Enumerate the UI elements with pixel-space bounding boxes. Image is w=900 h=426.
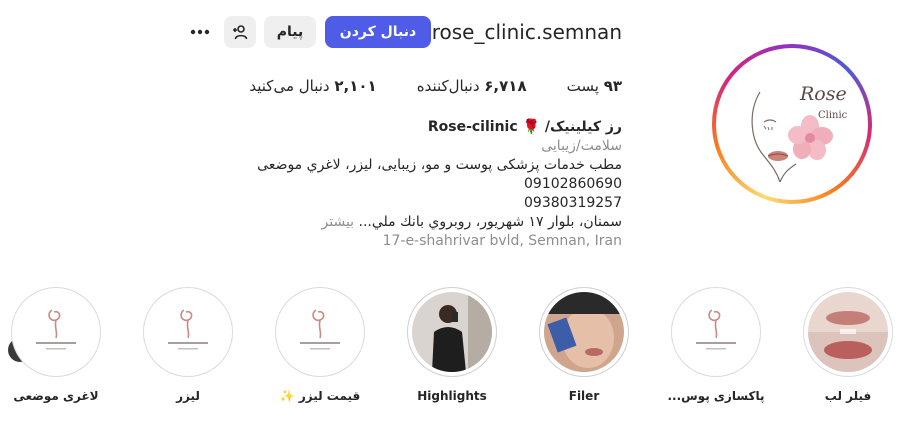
rose-logo-cover — [148, 292, 228, 372]
highlight-cover-image — [544, 292, 624, 372]
more-options-icon[interactable] — [188, 17, 212, 47]
bio-line: مطب خدمات پزشکی پوست و مو، زیبایی، لیزر،… — [257, 157, 622, 173]
highlight-item[interactable]: Filer — [534, 287, 634, 403]
bio-address: سمنان، بلوار ۱۷ شهریور، روبروي بانك ملي.… — [222, 213, 623, 232]
highlight-item[interactable]: قیمت لیزر ✨ — [270, 287, 370, 403]
profile-category: سلامت/زیبایی — [541, 138, 622, 154]
avatar-brand-text: Rose — [799, 83, 847, 105]
following-count: ۲,۱۰۱ — [334, 77, 377, 95]
rose-logo-cover — [676, 292, 756, 372]
message-button[interactable]: پیام — [264, 16, 316, 48]
highlight-label: فیلر لب — [824, 389, 872, 403]
rose-logo-cover — [16, 292, 96, 372]
add-user-icon — [233, 25, 248, 40]
profile-stats: ۹۳ پست ۶,۷۱۸ دنبال‌کننده ۲,۱۰۱ دنبال می‌… — [249, 77, 622, 95]
following-label: دنبال می‌کنید — [249, 77, 330, 95]
bio-phone-2: 09380319257 — [524, 195, 622, 211]
highlight-label: قیمت لیزر ✨ — [279, 389, 361, 403]
followers-label: دنبال‌کننده — [416, 77, 480, 95]
profile-bio: رز کیلینیک/ 🌹 Rose-cilinic سلامت/زیبایی … — [222, 118, 622, 251]
suggested-users-button[interactable] — [224, 16, 256, 48]
display-name-prefix: رز کیلینیک/ — [544, 119, 622, 135]
stat-posts: ۹۳ پست — [567, 77, 622, 95]
follow-button[interactable]: دنبال کردن — [325, 16, 431, 48]
highlight-item[interactable]: فیلر لب — [798, 287, 898, 403]
highlight-item[interactable]: Highlights — [402, 287, 502, 403]
highlight-item[interactable]: لیزر — [138, 287, 238, 403]
profile-display-name: رز کیلینیک/ 🌹 Rose-cilinic — [222, 118, 622, 137]
profile-avatar[interactable]: Rose Clinic — [712, 44, 872, 204]
profile-username: rose_clinic.semnan — [431, 20, 622, 44]
highlight-cover-image — [412, 292, 492, 372]
bio-address-text: سمنان، بلوار ۱۷ شهریور، روبروي بانك ملي.… — [358, 214, 622, 230]
rose-clinic-logo: Rose Clinic — [751, 83, 848, 183]
posts-label: پست — [566, 77, 599, 95]
display-name-suffix: Rose-cilinic — [427, 119, 518, 135]
highlight-label: Highlights — [417, 389, 487, 403]
bio-more-link[interactable]: بیشتر — [322, 214, 355, 230]
highlight-label: Filer — [568, 389, 600, 403]
rose-logo-cover — [280, 292, 360, 372]
highlight-cover-image — [808, 292, 888, 372]
highlight-item[interactable]: پاکسازی پوس... — [666, 287, 766, 403]
highlight-label: لیزر — [176, 389, 200, 403]
posts-count: ۹۳ — [603, 77, 622, 95]
highlight-label: پاکسازی پوس... — [667, 389, 765, 403]
highlight-item[interactable]: لاغری موضعی — [6, 287, 106, 403]
bio-phone-1: 09102860690 — [524, 176, 622, 192]
rose-emoji: 🌹 — [522, 119, 540, 135]
profile-location[interactable]: 17-e-shahrivar bvld, Semnan, Iran — [222, 232, 622, 251]
avatar-sub-text: Clinic — [818, 110, 848, 121]
highlight-label: لاغری موضعی — [13, 389, 99, 403]
stat-followers[interactable]: ۶,۷۱۸ دنبال‌کننده — [417, 77, 527, 95]
stat-following[interactable]: ۲,۱۰۱ دنبال می‌کنید — [249, 77, 376, 95]
followers-count: ۶,۷۱۸ — [484, 77, 527, 95]
